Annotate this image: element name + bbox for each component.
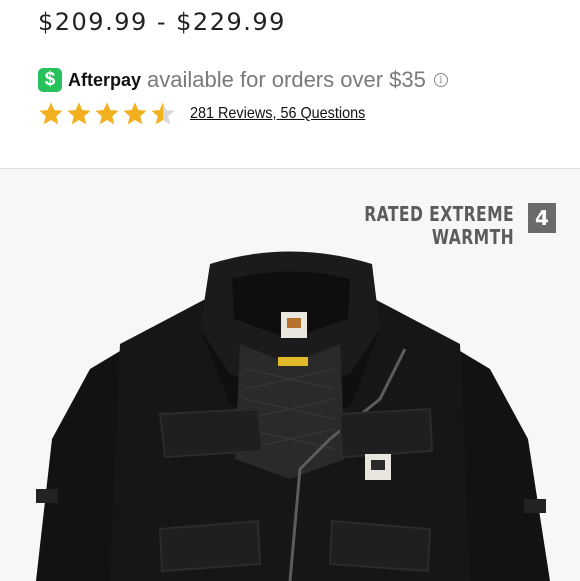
star-icon [151, 102, 175, 125]
rating-row: 281 Reviews, 56 Questions [38, 99, 385, 129]
afterpay-text: available for orders over $35 [147, 67, 426, 92]
afterpay-logo-icon: $ [38, 68, 62, 92]
warmth-rating-badge: RATED EXTREME WARMTH 4 [322, 203, 556, 249]
warmth-label-line1: RATED EXTREME [364, 202, 514, 226]
product-image[interactable]: RATED EXTREME WARMTH 4 [0, 168, 580, 581]
price-range: $209.99 - $229.99 [38, 8, 286, 36]
reviews-link[interactable]: 281 Reviews, 56 Questions [190, 105, 365, 123]
star-icon [95, 102, 119, 125]
star-rating[interactable] [38, 101, 176, 127]
info-icon[interactable]: i [433, 73, 448, 87]
star-icon [39, 102, 63, 125]
warmth-level: 4 [528, 203, 556, 233]
warmth-label-line2: WARMTH [431, 225, 514, 249]
afterpay-banner: $ Afterpay available for orders over $35… [38, 66, 448, 94]
star-icon [67, 102, 91, 125]
warmth-label: RATED EXTREME WARMTH [364, 203, 514, 249]
afterpay-brand: Afterpay [68, 69, 142, 90]
star-icon [123, 102, 147, 125]
